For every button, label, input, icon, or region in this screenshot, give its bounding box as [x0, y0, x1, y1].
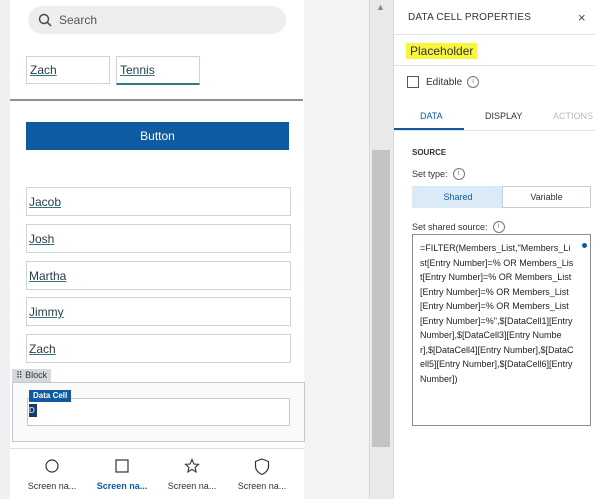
tab-actions: ACTIONS	[553, 111, 594, 121]
nav-label: Screen na...	[96, 481, 148, 491]
first-name-field[interactable]: Zach	[26, 56, 110, 84]
status-dot-icon	[582, 243, 587, 248]
bottom-navigation: Screen na... Screen na... Screen na... S…	[10, 448, 304, 500]
list-item[interactable]: Jacob	[26, 187, 291, 216]
list-item[interactable]: Zach	[26, 334, 291, 363]
formula-text: =FILTER(Members_List,"Members_List[Entry…	[420, 243, 574, 384]
star-icon	[184, 458, 200, 474]
properties-panel: DATA CELL PROPERTIES × Placeholder Edita…	[393, 0, 595, 499]
formula-editor[interactable]: =FILTER(Members_List,"Members_List[Entry…	[412, 234, 591, 426]
editable-checkbox[interactable]	[407, 76, 419, 88]
list-item-label: Josh	[29, 232, 55, 246]
panel-divider	[394, 65, 595, 66]
list-item-label: Martha	[29, 269, 67, 283]
shared-toggle[interactable]: Shared	[412, 186, 504, 208]
search-placeholder: Search	[59, 13, 98, 27]
data-cell-tag[interactable]: Data Cell	[29, 390, 72, 402]
list-item[interactable]: Martha	[26, 261, 291, 290]
close-icon[interactable]: ×	[578, 10, 586, 25]
panel-title: DATA CELL PROPERTIES	[408, 12, 532, 23]
variable-toggle[interactable]: Variable	[502, 186, 591, 208]
block-tag-label: Block	[25, 370, 48, 380]
nav-item-screen-3[interactable]: Screen na...	[159, 449, 225, 500]
section-heading: SOURCE	[412, 148, 447, 157]
tab-display[interactable]: DISPLAY	[485, 111, 522, 121]
nav-item-screen-1[interactable]: Screen na...	[19, 449, 85, 500]
search-bar[interactable]: Search	[28, 6, 286, 34]
divider	[10, 99, 303, 101]
info-icon[interactable]: i	[452, 168, 465, 180]
data-cell-cursor: D	[29, 404, 37, 417]
nav-label: Screen na...	[237, 481, 287, 491]
nav-label: Screen na...	[27, 481, 77, 491]
sport-field[interactable]: Tennis	[116, 56, 200, 85]
scrollbar-thumb[interactable]	[372, 150, 390, 447]
nav-label: Screen na...	[167, 481, 217, 491]
shield-icon	[254, 458, 270, 476]
panel-divider	[394, 34, 595, 35]
left-gutter	[0, 0, 10, 499]
first-name-value: Zach	[30, 63, 57, 77]
list-item[interactable]: Jimmy	[26, 297, 291, 326]
sport-value: Tennis	[120, 63, 155, 77]
set-source-row: Set shared source: i	[412, 221, 505, 233]
info-icon[interactable]: i	[492, 221, 505, 233]
set-type-label: Set type:	[412, 169, 448, 179]
info-icon[interactable]: i	[467, 76, 480, 88]
list-item[interactable]: Josh	[26, 224, 291, 253]
nav-item-screen-4[interactable]: Screen na...	[229, 449, 295, 500]
panel-divider	[394, 130, 595, 131]
list-item-label: Jacob	[29, 195, 62, 209]
circle-icon	[45, 459, 59, 473]
set-type-row: Set type: i	[412, 168, 465, 180]
search-icon	[38, 13, 52, 27]
list-item-label: Zach	[29, 342, 56, 356]
canvas-background	[304, 0, 369, 499]
editable-option: Editable i	[407, 76, 480, 88]
editable-label: Editable	[426, 76, 463, 88]
nav-item-screen-2[interactable]: Screen na...	[89, 449, 155, 500]
element-name[interactable]: Placeholder	[406, 43, 478, 59]
primary-button[interactable]: Button	[26, 122, 289, 150]
square-icon	[115, 459, 129, 473]
scroll-up-icon[interactable]: ▲	[376, 2, 385, 12]
tab-data[interactable]: DATA	[420, 111, 443, 121]
data-cell-field[interactable]	[27, 398, 290, 426]
list-item-label: Jimmy	[29, 305, 64, 319]
set-source-label: Set shared source:	[412, 222, 488, 232]
block-tag[interactable]: ⠿ Block	[12, 369, 52, 382]
